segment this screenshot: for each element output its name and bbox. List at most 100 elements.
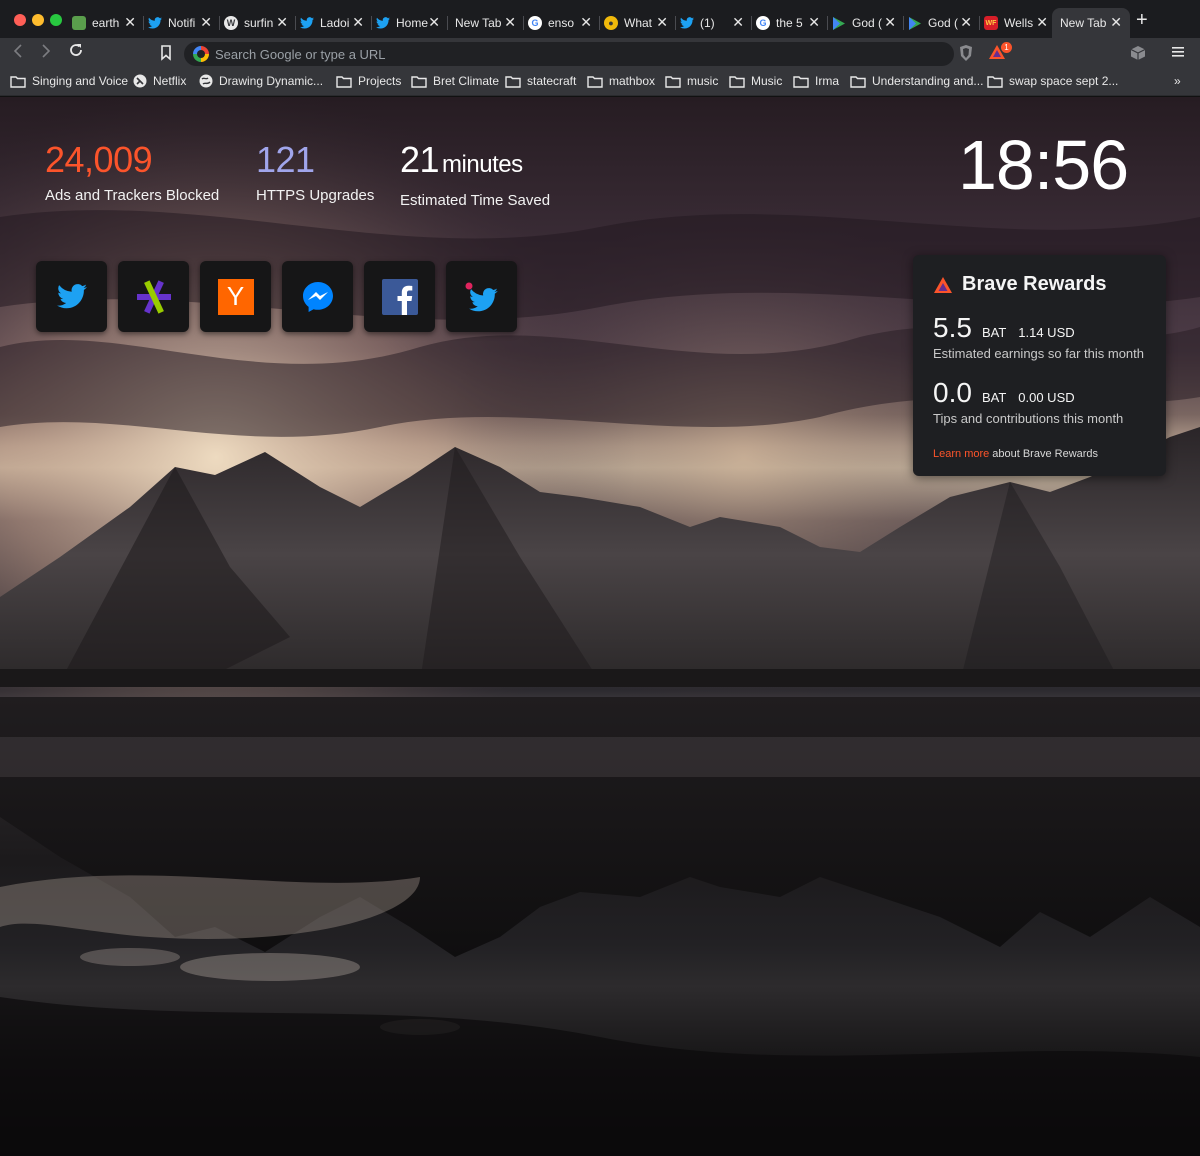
tab-strip: earth ✕ Notifi ✕ W surfin ✕ Ladoi ✕ Home… <box>0 0 1200 38</box>
bookmark-label: Singing and Voice <box>32 74 129 88</box>
tips-currency: BAT <box>981 390 1007 405</box>
bookmark-label: swap space sept 2... <box>1009 74 1119 88</box>
maximize-window-button[interactable] <box>50 14 62 26</box>
bookmark-statecraft[interactable]: statecraft <box>505 74 576 88</box>
close-tab-icon[interactable]: ✕ <box>276 15 288 29</box>
tab-label: Ladoi <box>320 16 350 30</box>
reload-icon[interactable] <box>68 42 84 63</box>
tab-label: God ( <box>928 16 959 30</box>
learn-more-link[interactable]: Learn more <box>933 448 989 460</box>
top-site-messenger[interactable] <box>282 261 353 332</box>
bookmark-mathbox[interactable]: mathbox <box>587 74 655 88</box>
tab-surfing[interactable]: W surfin ✕ <box>220 8 296 38</box>
close-tab-icon[interactable]: ✕ <box>732 15 744 29</box>
close-tab-icon[interactable]: ✕ <box>656 15 668 29</box>
more-bookmarks-chevron-icon[interactable]: » <box>1174 74 1181 88</box>
close-tab-icon[interactable]: ✕ <box>960 15 972 29</box>
bookmark-music-2[interactable]: Music <box>729 74 782 88</box>
rewards-title: Brave Rewards <box>962 273 1107 295</box>
bookmark-label: Netflix <box>153 74 187 88</box>
tab-enso[interactable]: G enso ✕ <box>524 8 600 38</box>
minimize-window-button[interactable] <box>32 14 44 26</box>
tab-new-tab[interactable]: New Tab ✕ <box>448 8 524 38</box>
google-search-icon <box>193 46 209 62</box>
tab-home[interactable]: Home ✕ <box>372 8 448 38</box>
bookmark-irma[interactable]: Irma <box>793 74 839 88</box>
close-tab-icon[interactable]: ✕ <box>884 15 896 29</box>
close-tab-icon[interactable]: ✕ <box>1110 15 1122 29</box>
tab-notifications[interactable]: Notifi ✕ <box>144 8 220 38</box>
bookmark-singing-and-voice[interactable]: Singing and Voice <box>10 74 128 88</box>
new-tab-page: 24,009 Ads and Trackers Blocked 121 HTTP… <box>0 97 1200 1156</box>
new-tab-plus-icon[interactable]: + <box>1136 10 1148 30</box>
tab-label: Wells <box>1004 16 1034 30</box>
earth-favicon-icon <box>72 16 86 30</box>
google-favicon-icon: G <box>756 16 770 30</box>
tips-usd: 0.00 USD <box>1018 390 1075 405</box>
close-tab-icon[interactable]: ✕ <box>352 15 364 29</box>
stat-label: Ads and Trackers Blocked <box>45 187 220 204</box>
stat-unit: minutes <box>442 151 523 178</box>
close-tab-icon[interactable]: ✕ <box>1036 15 1048 29</box>
extensions-cube-icon[interactable] <box>1130 45 1146 66</box>
tab-wells[interactable]: WF Wells ✕ <box>980 8 1056 38</box>
forward-icon[interactable] <box>40 44 52 61</box>
close-tab-icon[interactable]: ✕ <box>504 15 516 29</box>
tab-label: Notifi <box>168 16 196 30</box>
menu-hamburger-icon[interactable] <box>1172 45 1184 64</box>
top-site-facebook[interactable] <box>364 261 435 332</box>
folder-icon <box>665 75 681 88</box>
brave-rewards-triangle-icon <box>934 276 952 293</box>
google-favicon-icon: G <box>528 16 542 30</box>
bookmark-drawing-dynamic[interactable]: Drawing Dynamic... <box>199 74 323 88</box>
rewards-learn-more: Learn more about Brave Rewards <box>933 448 1146 460</box>
bookmark-bret-climate[interactable]: Bret Climate <box>411 74 499 88</box>
tab-god-1[interactable]: God ( ✕ <box>828 8 904 38</box>
messenger-icon <box>302 281 333 312</box>
wordpress-favicon-icon: W <box>224 16 238 30</box>
close-tab-icon[interactable]: ✕ <box>200 15 212 29</box>
bookmark-label: music <box>687 74 719 88</box>
bookmark-projects[interactable]: Projects <box>336 74 401 88</box>
close-tab-icon[interactable]: ✕ <box>808 15 820 29</box>
twitter-favicon-icon <box>376 16 390 30</box>
top-site-twitter[interactable] <box>36 261 107 332</box>
twitter-icon <box>56 284 87 309</box>
close-tab-icon[interactable]: ✕ <box>580 15 592 29</box>
twitter-favicon-icon <box>680 16 694 30</box>
tab-the-5[interactable]: G the 5 ✕ <box>752 8 828 38</box>
bookmark-understanding[interactable]: Understanding and... <box>850 74 983 88</box>
bookmark-swap-space[interactable]: swap space sept 2... <box>987 74 1118 88</box>
clock: 18:56 <box>958 126 1129 204</box>
bookmark-music[interactable]: music <box>665 74 718 88</box>
netflix-favicon-icon <box>133 74 147 88</box>
tab-label: the 5 <box>776 16 803 30</box>
bookmark-label: Music <box>751 74 783 88</box>
back-icon[interactable] <box>12 44 24 61</box>
tab-ladoi[interactable]: Ladoi ✕ <box>296 8 372 38</box>
omnibox-input[interactable] <box>215 44 915 64</box>
close-window-button[interactable] <box>14 14 26 26</box>
top-site-twitter-notifications[interactable] <box>446 261 517 332</box>
address-bar[interactable] <box>184 42 954 66</box>
bookmark-netflix[interactable]: Netflix <box>133 74 186 88</box>
top-site-hacker-news[interactable]: Y <box>200 261 271 332</box>
tab-earth[interactable]: earth ✕ <box>68 8 144 38</box>
folder-icon <box>729 75 745 88</box>
brave-shields-icon[interactable] <box>958 44 974 67</box>
tab-label: enso <box>548 16 575 30</box>
folder-icon <box>336 75 352 88</box>
top-site-etrade[interactable] <box>118 261 189 332</box>
bookmark-label: statecraft <box>527 74 577 88</box>
tab-what[interactable]: ● What ✕ <box>600 8 676 38</box>
folder-icon <box>850 75 866 88</box>
folder-icon <box>411 75 427 88</box>
tab-twitter-1[interactable]: (1) ✕ <box>676 8 752 38</box>
twitter-favicon-icon <box>148 16 162 30</box>
tab-new-tab-active[interactable]: New Tab ✕ <box>1052 8 1130 38</box>
close-tab-icon[interactable]: ✕ <box>428 15 440 29</box>
tab-god-2[interactable]: God ( ✕ <box>904 8 980 38</box>
bookmark-icon[interactable] <box>160 45 172 66</box>
close-tab-icon[interactable]: ✕ <box>124 15 136 29</box>
facebook-icon <box>381 278 418 315</box>
